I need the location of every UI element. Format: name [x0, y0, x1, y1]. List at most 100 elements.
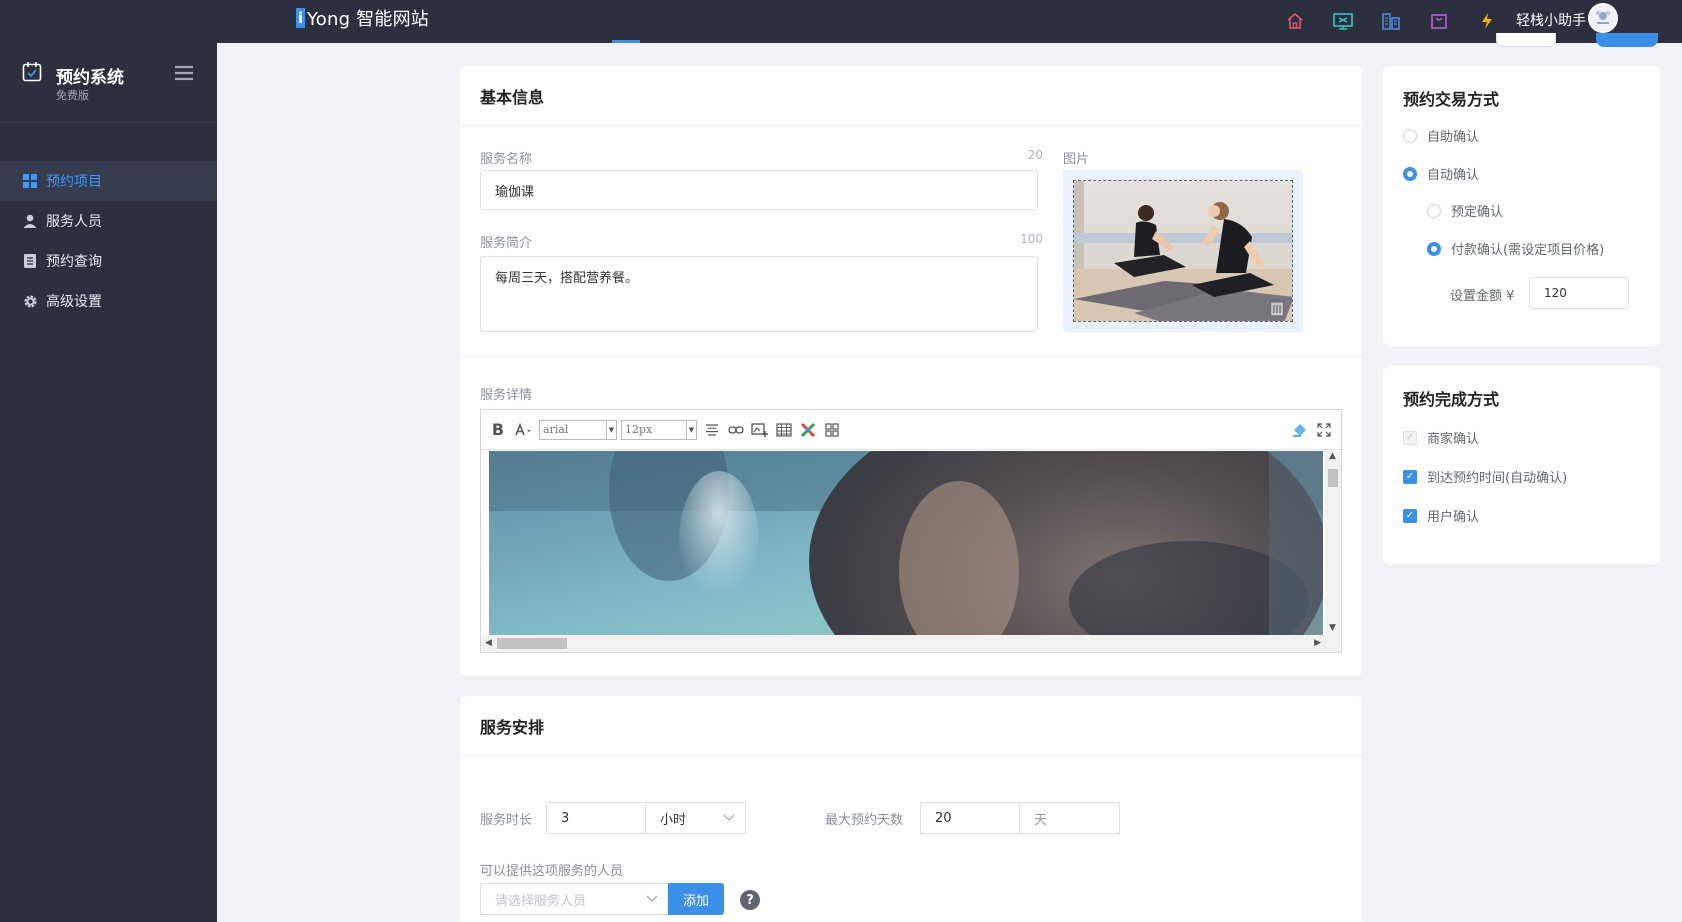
top-action-button-primary[interactable]	[1596, 33, 1658, 47]
sidebar-divider	[0, 122, 217, 123]
grid-layout-icon[interactable]	[821, 419, 843, 441]
scroll-up-icon[interactable]: ▲	[1329, 451, 1336, 461]
checkbox-label: 用户确认	[1427, 510, 1480, 525]
link-icon[interactable]	[725, 419, 747, 441]
editor-toolbar: B arial ▼ 12px ▼	[481, 410, 1341, 450]
duration-label: 服务时长	[480, 813, 533, 828]
service-intro-counter: 100	[1020, 232, 1043, 246]
service-name-counter: 20	[1027, 148, 1043, 162]
radio-manual-confirm[interactable]: 自助确认	[1403, 126, 1479, 145]
building-icon[interactable]	[1378, 8, 1404, 34]
brand-i-mark: i	[296, 8, 305, 28]
amount-value: 120	[1544, 286, 1567, 300]
scroll-left-icon[interactable]: ◀	[485, 638, 492, 648]
duration-unit-value: 小时	[660, 812, 687, 828]
service-intro-textarea[interactable]: 每周三天，搭配营养餐。	[480, 256, 1038, 332]
lightning-icon[interactable]	[1474, 8, 1500, 34]
sidebar-item-projects[interactable]: 预约项目	[0, 161, 217, 201]
helper-name[interactable]: 轻栈小助手	[1516, 10, 1586, 30]
home-icon[interactable]	[1282, 8, 1308, 34]
checkbox-arrive-confirm[interactable]: ✓ 到达预约时间(自动确认)	[1403, 467, 1567, 486]
radio-reserve-confirm[interactable]: 预定确认	[1427, 201, 1503, 220]
duration-input[interactable]: 3	[546, 802, 646, 834]
service-name-input[interactable]: 瑜伽课	[480, 170, 1038, 210]
checkbox-user-confirm[interactable]: ✓ 用户确认	[1403, 506, 1479, 525]
sidebar-title: 预约系统	[56, 68, 124, 88]
grid-icon	[22, 173, 38, 189]
sidebar-item-settings[interactable]: 高级设置	[0, 281, 217, 321]
service-arrangement-header: 服务安排	[460, 696, 1362, 756]
align-icon[interactable]	[701, 419, 723, 441]
sidebar-item-label: 高级设置	[46, 294, 102, 310]
editor-horizontal-scrollbar[interactable]: ◀ ▶	[481, 635, 1341, 652]
checkbox-label: 到达预约时间(自动确认)	[1427, 471, 1568, 486]
staff-select[interactable]: 请选择服务人员	[480, 883, 669, 915]
radio-label: 自动确认	[1427, 168, 1480, 183]
font-family-select[interactable]: arial ▼	[539, 419, 617, 440]
bag-icon[interactable]	[1426, 8, 1452, 34]
checkbox-label: 商家确认	[1427, 432, 1480, 447]
font-size-select[interactable]: 12px ▼	[621, 419, 697, 440]
radio-auto-confirm[interactable]: 自动确认	[1403, 164, 1479, 183]
max-days-input[interactable]: 20	[920, 802, 1020, 834]
avatar[interactable]	[1588, 3, 1618, 33]
radio-pay-confirm[interactable]: 付款确认(需设定项目价格)	[1427, 239, 1604, 258]
top-nav-icons	[1282, 8, 1522, 34]
help-icon[interactable]: ?	[740, 890, 760, 910]
trade-method-card: 预约交易方式 自助确认 自动确认 预定确认 付款确认(需设定项目价格) 设置金额…	[1383, 66, 1660, 346]
list-icon	[22, 253, 38, 269]
radio-circle	[1427, 241, 1441, 256]
max-days-unit: 天	[1019, 802, 1120, 834]
brand-name: Yong 智能网站	[307, 9, 429, 30]
font-color-icon[interactable]	[511, 419, 537, 441]
radio-circle	[1403, 128, 1417, 143]
scroll-down-icon[interactable]: ▼	[1329, 623, 1336, 633]
complete-method-card: 预约完成方式 ✓ 商家确认 ✓ 到达预约时间(自动确认) ✓ 用户确认	[1383, 366, 1660, 564]
checkbox-merchant-confirm[interactable]: ✓ 商家确认	[1403, 428, 1479, 447]
scroll-right-icon[interactable]: ▶	[1314, 638, 1321, 648]
radio-circle	[1427, 203, 1441, 218]
menu-toggle-icon[interactable]	[174, 65, 194, 81]
scroll-thumb[interactable]	[1328, 469, 1338, 487]
clear-format-icon[interactable]	[1289, 419, 1311, 441]
title-tag	[612, 40, 640, 43]
radio-label: 付款确认(需设定项目价格)	[1451, 243, 1605, 258]
basic-info-card: 基本信息 服务名称 20 瑜伽课 服务简介 100 每周三天，搭配营养餐。 图片	[460, 66, 1362, 676]
max-days-label: 最大预约天数	[825, 813, 904, 828]
insert-image-icon[interactable]	[749, 419, 771, 441]
monitor-icon[interactable]	[1330, 8, 1356, 34]
sidebar-item-staff[interactable]: 服务人员	[0, 201, 217, 241]
checkbox-checked: ✓	[1403, 508, 1417, 523]
radio-circle	[1403, 166, 1417, 181]
checkbox-checked: ✓	[1403, 469, 1417, 484]
user-icon	[22, 213, 38, 229]
editor-content-image[interactable]	[489, 451, 1323, 635]
image-label: 图片	[1063, 152, 1090, 167]
top-bar: i Yong 智能网站 轻栈小助手	[0, 0, 1682, 43]
rich-text-editor: B arial ▼ 12px ▼ ▲ ▼ ◀ ▶	[480, 409, 1342, 653]
staff-placeholder: 请选择服务人员	[495, 893, 587, 909]
sidebar-item-query[interactable]: 预约查询	[0, 241, 217, 281]
fullscreen-icon[interactable]	[1313, 419, 1335, 441]
special-icon[interactable]	[797, 419, 819, 441]
basic-info-header: 基本信息	[460, 66, 1362, 126]
duration-unit-select[interactable]: 小时	[645, 802, 746, 834]
bold-icon[interactable]: B	[487, 419, 509, 441]
font-family-value: arial	[543, 423, 569, 436]
amount-input[interactable]: 120	[1529, 277, 1629, 309]
editor-vertical-scrollbar[interactable]: ▲ ▼	[1325, 451, 1341, 635]
image-uploader[interactable]	[1063, 170, 1303, 332]
table-icon[interactable]	[773, 419, 795, 441]
add-staff-button[interactable]: 添加	[668, 883, 724, 915]
amount-label: 设置金额 ¥	[1450, 289, 1515, 304]
trade-method-title: 预约交易方式	[1403, 90, 1500, 109]
chevron-down-icon	[646, 892, 658, 907]
scroll-thumb[interactable]	[497, 638, 567, 649]
top-action-button-secondary[interactable]	[1496, 33, 1556, 47]
max-days-unit-value: 天	[1034, 812, 1048, 828]
brand-logo[interactable]: i Yong 智能网站	[296, 7, 429, 30]
staff-label: 可以提供这项服务的人员	[480, 864, 624, 879]
sidebar-item-label: 预约查询	[46, 254, 102, 270]
service-name-value: 瑜伽课	[495, 184, 535, 200]
trash-icon[interactable]	[1268, 297, 1286, 317]
